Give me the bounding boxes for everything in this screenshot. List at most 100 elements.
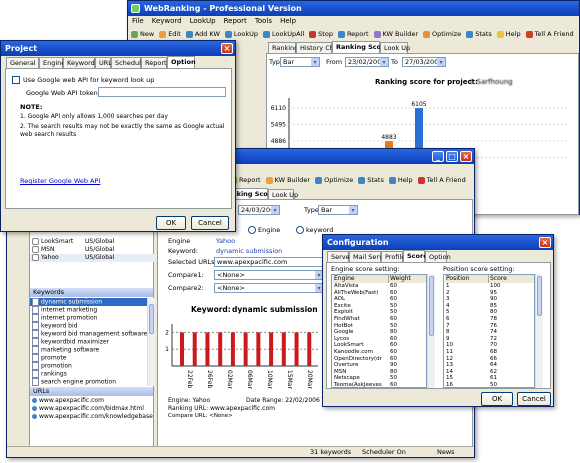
toolbar-new-button[interactable]: New (130, 28, 155, 40)
selected-urls-field[interactable]: www.apexpacific.com (214, 257, 324, 267)
keyword-chart: 1 2 22Feb 26Feb 02Mar 06Mar 10Mar 15Mar 20Mar (165, 324, 318, 389)
tab-profile[interactable]: Profile (381, 251, 405, 262)
keyword-item[interactable]: promotion (30, 362, 148, 370)
engine-score-table[interactable]: Engine Weight AltaVista 60 AllTheWeb(Fast) 60… (331, 274, 427, 388)
minimize-icon[interactable]: _ (432, 151, 444, 162)
toolbar-optimize-button[interactable]: Optimize (314, 174, 354, 186)
keyword-item[interactable]: dynamic submission (30, 298, 148, 306)
position-table-scrollbar[interactable] (535, 274, 543, 388)
engine-row[interactable]: Yahoo US/Global (30, 254, 155, 262)
tab-server[interactable]: Server (327, 251, 352, 262)
cancel-button[interactable]: Cancel (517, 392, 551, 406)
engine-table-scrollbar[interactable] (427, 274, 435, 388)
toolbar-tell-a-friend-button[interactable]: Tell A Friend (417, 174, 467, 186)
menu-keyword[interactable]: Keyword (152, 17, 182, 25)
keyword-item[interactable]: search engine promotion (30, 378, 148, 386)
toolbar-optimize-button[interactable]: Optimize (422, 28, 462, 40)
tab-ranking-score[interactable]: Ranking Score (332, 41, 389, 53)
maximize-icon[interactable]: □ (446, 151, 458, 162)
close-icon[interactable]: × (460, 151, 472, 162)
to-date-picker[interactable]: 27/03/2006 (402, 57, 446, 67)
toolbar-stop-button[interactable]: Stop (308, 28, 334, 40)
project-title-bar[interactable]: Project × (1, 41, 235, 56)
toolbar-kw-builder-button[interactable]: KW Builder (265, 174, 312, 186)
position-score-table[interactable]: Position Score 1 100 2 95 3 90 4 85 5 80 6 78 7 76 8 74 9 7… (443, 274, 535, 388)
compare1-label: Compare1: (168, 271, 204, 279)
tab-engines[interactable]: Engines (39, 57, 69, 68)
table-row[interactable]: 16 50 (444, 382, 534, 387)
cancel-button[interactable]: Cancel (191, 216, 229, 230)
toolbar-lookupall-button[interactable]: LookUpAll (262, 28, 305, 40)
keyword-item[interactable]: internet promotion (30, 314, 148, 322)
keyword-item[interactable]: rankings (30, 370, 148, 378)
compare1-select[interactable]: <None> (214, 270, 324, 280)
keyword-item[interactable]: keywordbid maximizer (30, 338, 148, 346)
keyword-item[interactable]: promote (30, 354, 148, 362)
keyword-item[interactable]: internet marketing (30, 306, 148, 314)
engine-checkbox-icon[interactable] (32, 254, 39, 261)
toolbar-stats-button[interactable]: Stats (465, 28, 493, 40)
close-icon[interactable]: × (539, 237, 551, 248)
tab-scheduler[interactable]: Scheduler (111, 57, 148, 68)
config-title-bar[interactable]: Configuration × (323, 235, 553, 250)
menu-help[interactable]: Help (280, 17, 296, 25)
engine-row[interactable]: MSN US/Global (30, 246, 155, 254)
status-scheduler: Scheduler On (362, 448, 406, 456)
menu-lookup[interactable]: LookUp (190, 17, 216, 25)
toolbar-tell-a-friend-button[interactable]: Tell A Friend (525, 28, 575, 40)
keyword-scrollbar[interactable] (147, 298, 155, 386)
toolbar-stats-button[interactable]: Stats (357, 174, 385, 186)
tab-option[interactable]: Option (167, 56, 196, 68)
from-date-picker[interactable]: 23/02/2006 (345, 57, 389, 67)
tab-score[interactable]: Score (403, 250, 428, 262)
compare2-select[interactable]: <None> (214, 283, 324, 293)
keyword-item[interactable]: keyword bid (30, 322, 148, 330)
keyword-item[interactable]: keyword bid management software (30, 330, 148, 338)
tab-ranking[interactable]: Ranking (268, 42, 298, 53)
toolbar-help-button[interactable]: Help (388, 174, 414, 186)
engine-checkbox-icon[interactable] (32, 246, 39, 253)
toolbar-kw-builder-button[interactable]: KW Builder (373, 28, 420, 40)
radio-engine[interactable]: Engine (248, 226, 280, 234)
engine-row[interactable]: LookSmart US/Global (30, 238, 155, 246)
keyword-item[interactable]: marketing software (30, 346, 148, 354)
keyword-list: dynamic submission internet marketing inte… (30, 298, 148, 388)
tab-history-chart[interactable]: History Chart (296, 42, 343, 53)
menu-tools[interactable]: Tools (255, 17, 272, 25)
toolbar-add-kw-button[interactable]: Add KW (185, 28, 221, 40)
toolbar-lookup-button[interactable]: LookUp (224, 28, 259, 40)
tab-keyword[interactable]: Keyword (63, 57, 95, 68)
tab-mail-server[interactable]: Mail Server (349, 251, 390, 262)
menu-report[interactable]: Report (224, 17, 247, 25)
toolbar-stats-icon (358, 176, 366, 184)
tab-general[interactable]: General (6, 57, 39, 68)
toolbar-help-button[interactable]: Help (496, 28, 522, 40)
app-icon (131, 4, 140, 13)
toolbar-report-button[interactable]: Report (337, 28, 370, 40)
globe-icon (32, 406, 37, 411)
url-item[interactable]: www.apexpacific.com (30, 397, 155, 405)
token-field[interactable] (98, 87, 226, 97)
type-select[interactable]: Bar (280, 57, 320, 67)
table-row[interactable]: Teoma(AskJeeves 60 (332, 382, 426, 387)
close-icon[interactable]: × (221, 43, 233, 54)
ok-button[interactable]: OK (481, 392, 513, 406)
register-google-api-link[interactable]: Register Google Web API (20, 177, 100, 185)
radio-keyword[interactable]: keyword (296, 226, 333, 234)
toolbar-edit-icon (159, 30, 167, 38)
engine-list: LookSmart US/Global MSN US/Global Yahoo US/Gl… (30, 238, 155, 264)
engine-checkbox-icon[interactable] (32, 238, 39, 245)
url-item[interactable]: www.apexpacific.com/bidmax.html (30, 405, 155, 413)
tab-option[interactable]: Option (425, 251, 451, 262)
tab-report[interactable]: Report (141, 57, 167, 68)
toolbar-edit-button[interactable]: Edit (158, 28, 182, 40)
google-api-checkbox[interactable]: Use Google web API for keyword look up (12, 76, 154, 84)
date-picker[interactable]: 24/03/2006 (238, 205, 280, 215)
tab-look-up[interactable]: Look Up (380, 42, 410, 53)
menu-file[interactable]: File (132, 17, 144, 25)
url-item[interactable]: www.apexpacific.com/knowledgebase (30, 413, 155, 421)
type-select[interactable]: Bar (318, 205, 358, 215)
tab-url[interactable]: URL (95, 57, 112, 68)
main-title-bar[interactable]: WebRanking - Professional Version (128, 1, 579, 16)
ok-button[interactable]: OK (156, 216, 186, 230)
